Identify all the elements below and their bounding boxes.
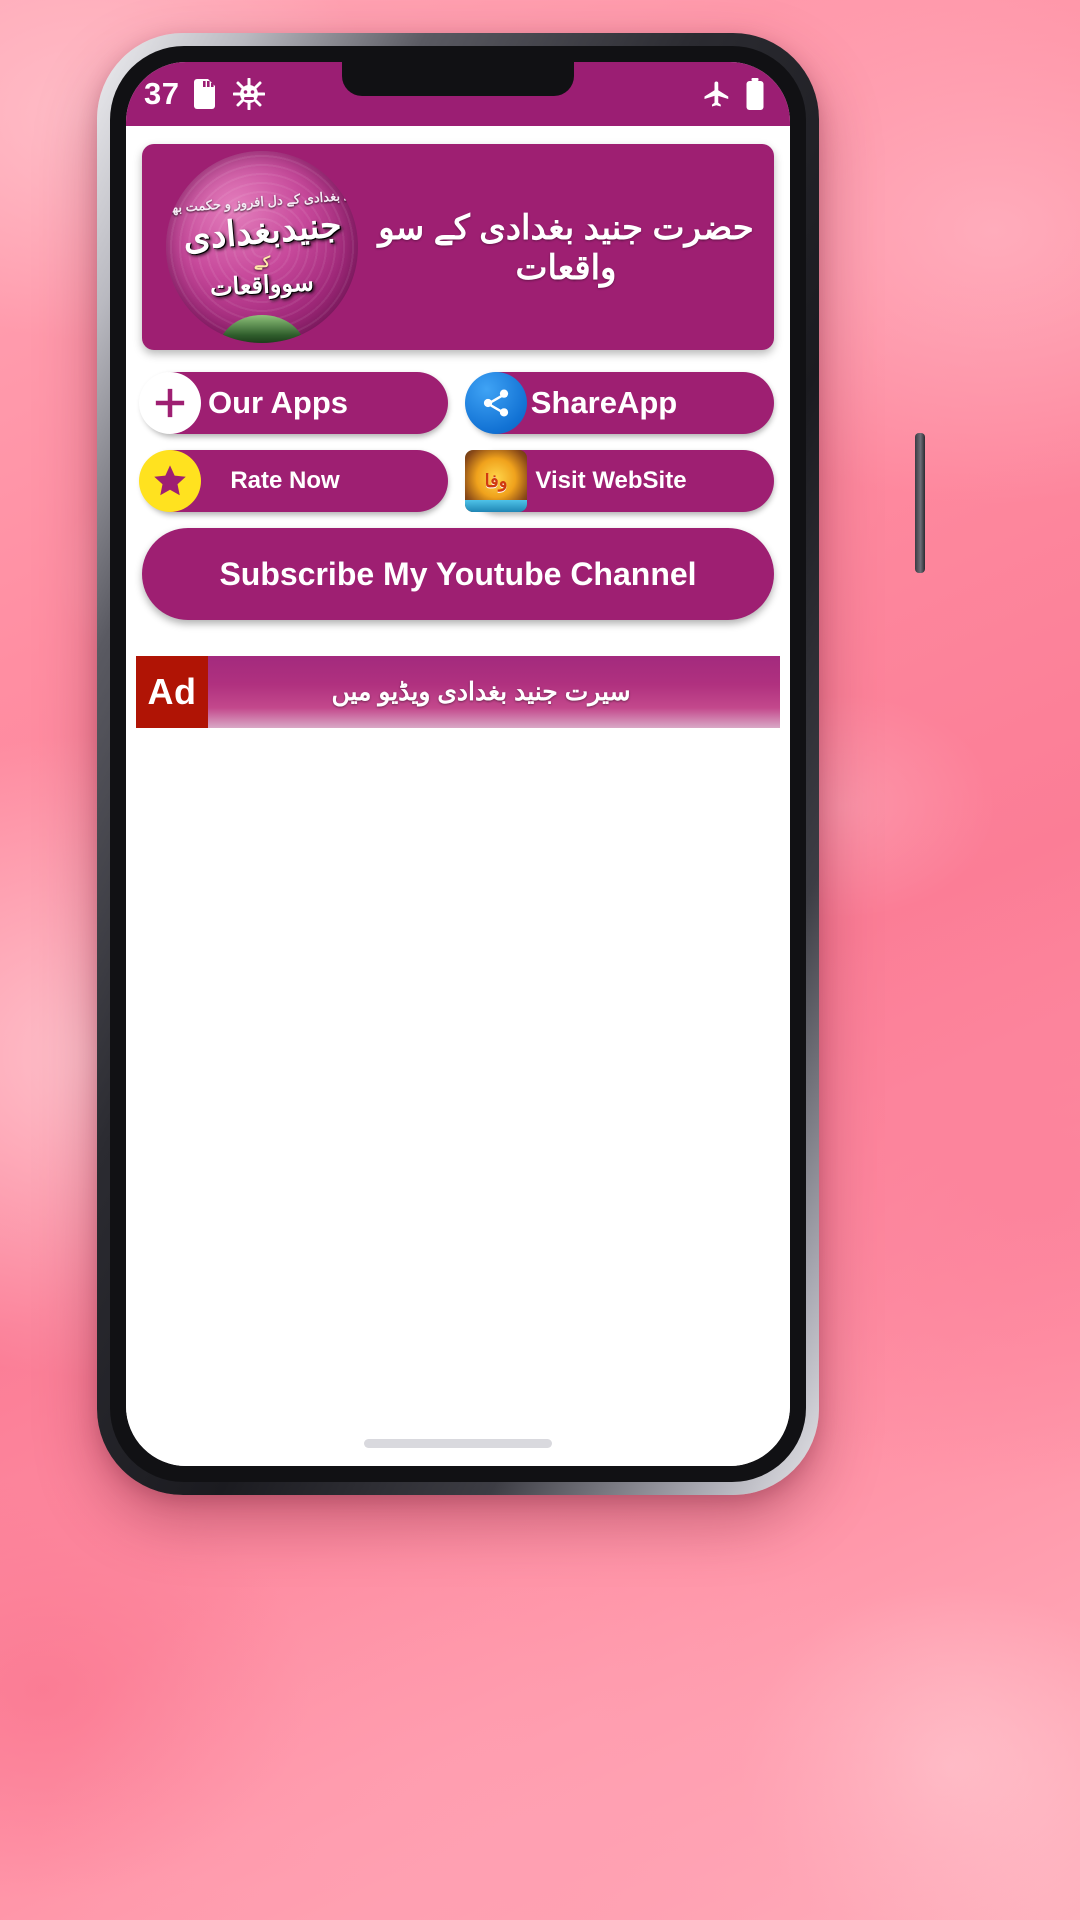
website-logo-icon: وفا (465, 450, 527, 512)
status-time: 37 (144, 76, 180, 111)
ad-banner[interactable]: Ad سیرت جنید بغدادی ویڈیو میں (136, 656, 780, 728)
logo-sub-text-2: سوواقعات (209, 269, 315, 302)
battery-icon (746, 78, 764, 110)
phone-screen: 37 جنید بغدادی کے دل افروز و حکمت بھری ج… (126, 62, 790, 1466)
share-icon (465, 372, 527, 434)
status-bar-right (702, 78, 764, 110)
subscribe-label: Subscribe My Youtube Channel (219, 555, 697, 592)
our-apps-button[interactable]: Our Apps (139, 372, 448, 434)
status-bar-left: 37 (144, 76, 266, 112)
ad-badge: Ad (136, 656, 208, 728)
website-logo-text: وفا (484, 470, 508, 491)
home-indicator[interactable] (364, 1439, 552, 1448)
star-icon (139, 450, 201, 512)
android-debug-icon (233, 78, 266, 110)
action-buttons-group: Our Apps ShareApp Rate Now وفا Visit Web… (139, 372, 774, 620)
share-app-button[interactable]: ShareApp (465, 372, 774, 434)
ad-text: سیرت جنید بغدادی ویڈیو میں (331, 678, 631, 706)
app-header-banner: حضرت جنید بغدادی کے دل افروز و حکمت بھری… (142, 144, 774, 350)
rate-now-button[interactable]: Rate Now (139, 450, 448, 512)
phone-device-frame: 37 جنید بغدادی کے دل افروز و حکمت بھری ج… (97, 33, 925, 1495)
page-title: حضرت جنید بغدادی کے سو واقعات (378, 208, 754, 287)
logo-sub-text: کے (254, 254, 270, 271)
camera-notch (342, 62, 574, 96)
subscribe-youtube-button[interactable]: Subscribe My Youtube Channel (142, 528, 774, 620)
plus-icon (139, 372, 201, 434)
airplane-mode-icon (702, 79, 732, 109)
button-row-2: Rate Now وفا Visit WebSite (139, 450, 774, 512)
app-logo-image: حضرت جنید بغدادی کے دل افروز و حکمت بھری… (166, 151, 358, 343)
sd-card-icon (193, 79, 219, 109)
power-button[interactable] (915, 433, 925, 573)
phone-bezel: 37 جنید بغدادی کے دل افروز و حکمت بھری ج… (110, 46, 806, 1482)
visit-website-button[interactable]: وفا Visit WebSite (465, 450, 774, 512)
button-row-1: Our Apps ShareApp (139, 372, 774, 434)
app-content: حضرت جنید بغدادی کے دل افروز و حکمت بھری… (126, 126, 790, 1466)
